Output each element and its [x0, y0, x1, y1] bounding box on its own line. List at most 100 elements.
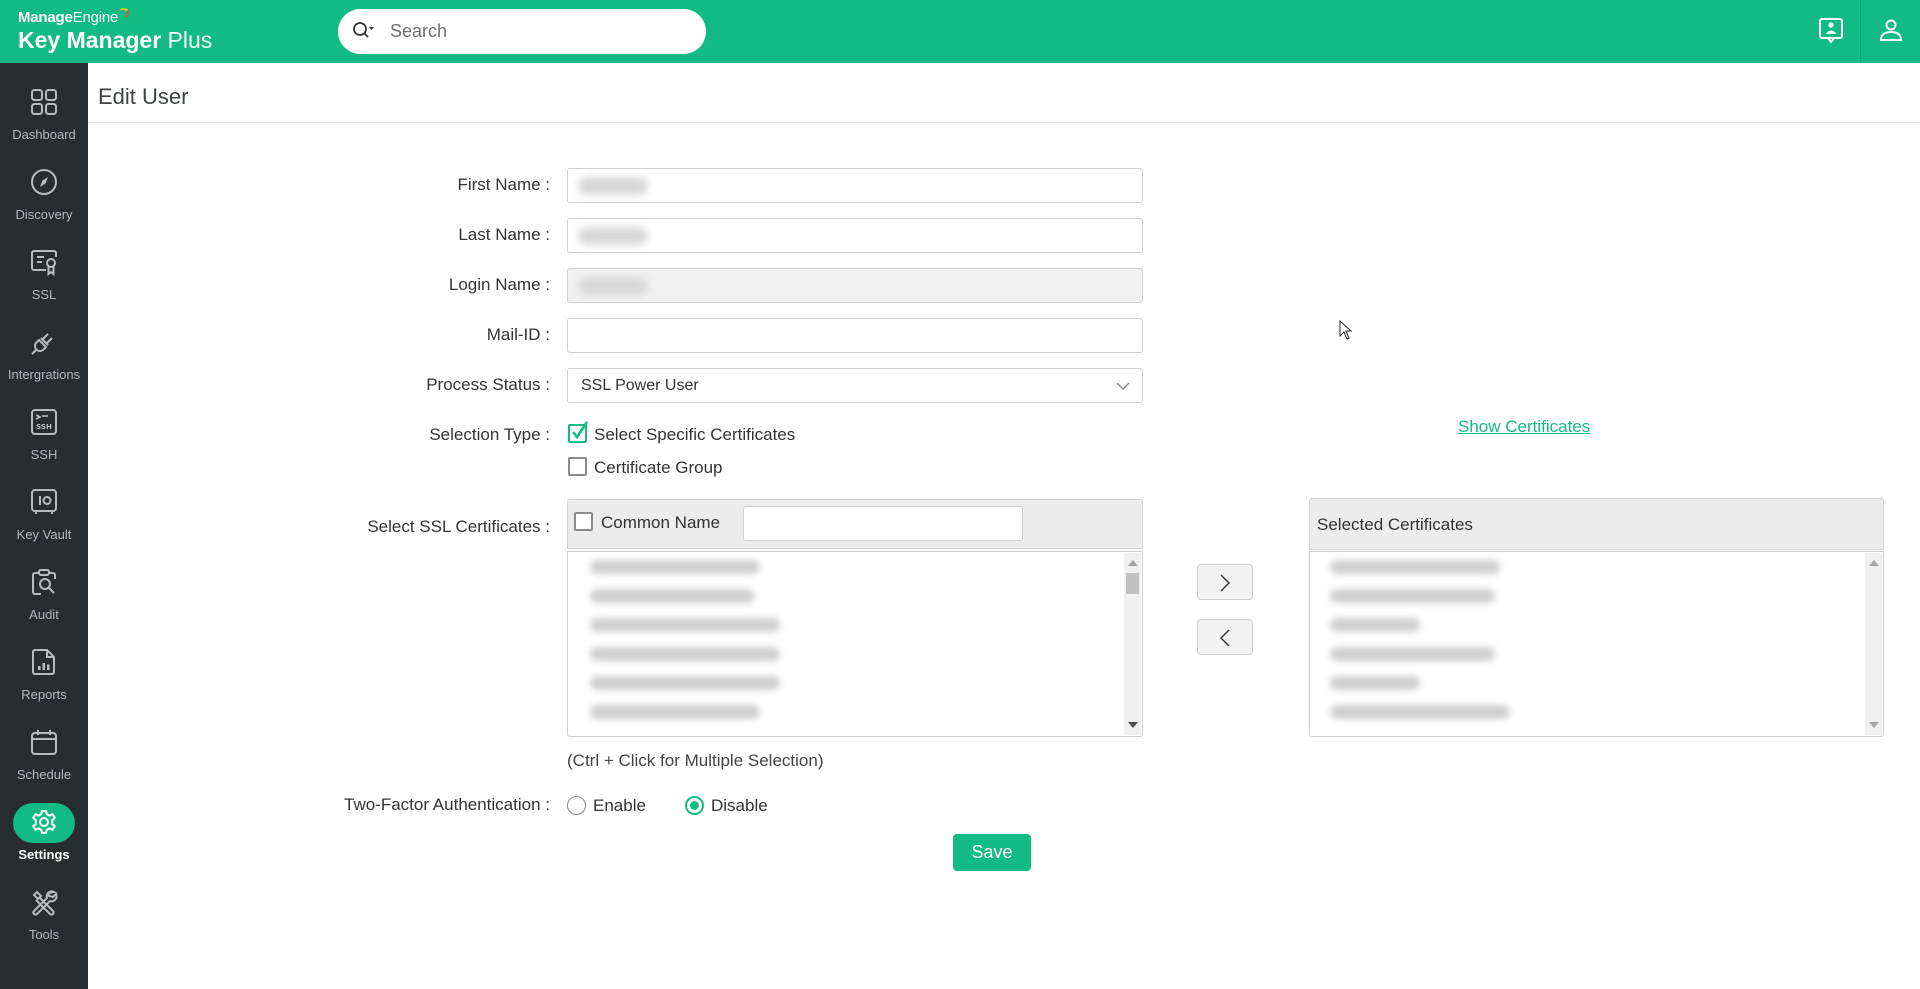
sidebar-item-label: Tools	[28, 927, 60, 942]
mail-id-input[interactable]	[568, 319, 1142, 352]
select-ssl-certificates-label: Select SSL Certificates :	[367, 517, 550, 536]
certificate-group-checkbox[interactable]	[568, 457, 587, 476]
list-item[interactable]	[1330, 589, 1495, 603]
chevron-right-icon	[1220, 574, 1230, 592]
sidebar-item-ssh[interactable]: SSH SSH	[0, 393, 88, 473]
certificate-group-label: Certificate Group	[594, 458, 723, 477]
sidebar-item-settings[interactable]: Settings	[0, 793, 88, 873]
list-item[interactable]	[1330, 560, 1500, 574]
scroll-up-icon[interactable]	[1869, 560, 1879, 566]
header-divider	[1860, 0, 1861, 63]
selected-list-scrollbar[interactable]	[1865, 553, 1882, 735]
report-chart-icon	[32, 649, 55, 675]
list-item[interactable]	[590, 560, 760, 574]
sidebar: Dashboard Discovery SSL Intergrations SS…	[0, 63, 88, 989]
ssh-terminal-icon: SSH	[31, 409, 57, 435]
process-status-label: Process Status :	[426, 375, 550, 394]
save-button[interactable]: Save	[953, 834, 1031, 871]
select-specific-certificates-checkbox[interactable]	[568, 421, 589, 443]
announcement-icon[interactable]	[1817, 17, 1845, 45]
sidebar-item-label: Schedule	[16, 767, 72, 782]
list-item[interactable]	[590, 647, 780, 661]
two-factor-enable-radio[interactable]	[567, 796, 586, 815]
login-name-field	[567, 268, 1143, 303]
app-logo[interactable]: ManageEngine Key Manager Plus	[18, 7, 212, 53]
redacted-value	[578, 177, 648, 195]
list-item[interactable]	[1330, 676, 1420, 690]
last-name-field[interactable]	[567, 218, 1143, 253]
mouse-cursor-icon	[1339, 320, 1353, 340]
brand-arc-icon	[118, 7, 130, 19]
search-box[interactable]	[338, 9, 706, 54]
list-item[interactable]	[1330, 647, 1495, 661]
multi-select-hint: (Ctrl + Click for Multiple Selection)	[567, 751, 824, 770]
show-certificates-link[interactable]: Show Certificates	[1458, 417, 1590, 437]
sidebar-item-key-vault[interactable]: Key Vault	[0, 473, 88, 553]
sidebar-item-audit[interactable]: Audit	[0, 553, 88, 633]
available-certificates-list[interactable]	[567, 551, 1143, 737]
mail-id-field[interactable]	[567, 318, 1143, 353]
sidebar-item-label: Key Vault	[16, 527, 72, 542]
checkmark-icon	[571, 421, 589, 440]
vault-icon	[31, 489, 57, 514]
two-factor-enable-label: Enable	[593, 796, 646, 815]
select-specific-certificates-label: Select Specific Certificates	[594, 425, 796, 444]
sidebar-item-label: Audit	[29, 607, 59, 622]
selected-certificates-header: Selected Certificates	[1309, 498, 1884, 550]
sidebar-item-discovery[interactable]: Discovery	[0, 153, 88, 233]
list-item[interactable]	[590, 676, 780, 690]
brand-bold: Manage	[18, 9, 73, 26]
common-name-filter-input[interactable]	[743, 506, 1023, 541]
product-suffix: Plus	[161, 27, 213, 53]
list-item[interactable]	[1330, 618, 1420, 632]
dashboard-grid-icon	[31, 89, 57, 115]
sidebar-item-dashboard[interactable]: Dashboard	[0, 73, 88, 153]
first-name-field[interactable]	[567, 168, 1143, 203]
tools-icon	[32, 890, 58, 916]
list-item[interactable]	[590, 705, 760, 719]
sidebar-item-schedule[interactable]: Schedule	[0, 713, 88, 793]
sidebar-item-ssl[interactable]: SSL	[0, 233, 88, 313]
sidebar-item-label: Settings	[18, 847, 70, 862]
scroll-up-icon[interactable]	[1128, 560, 1138, 566]
user-profile-icon[interactable]	[1877, 17, 1905, 45]
search-icon[interactable]	[352, 21, 374, 41]
search-input[interactable]	[390, 19, 690, 43]
chevron-down-icon	[1116, 382, 1130, 390]
svg-text:SSH: SSH	[36, 423, 52, 431]
sidebar-item-label: SSH	[30, 447, 58, 462]
selection-type-label: Selection Type :	[429, 425, 550, 444]
scroll-down-icon[interactable]	[1128, 722, 1138, 728]
selected-certificates-title: Selected Certificates	[1317, 515, 1473, 534]
plug-icon	[31, 333, 53, 355]
title-divider	[88, 122, 1920, 123]
redacted-value	[578, 227, 648, 245]
product-name: Key Manager Plus	[18, 27, 212, 53]
two-factor-disable-label: Disable	[711, 796, 768, 815]
two-factor-disable-radio[interactable]	[685, 796, 704, 815]
selected-certificates-list[interactable]	[1309, 551, 1884, 737]
scroll-thumb[interactable]	[1126, 573, 1139, 594]
common-name-select-all-checkbox[interactable]	[574, 512, 593, 531]
list-item[interactable]	[590, 589, 755, 603]
list-item[interactable]	[590, 618, 780, 632]
scroll-down-icon[interactable]	[1869, 722, 1879, 728]
chevron-left-icon	[1220, 629, 1230, 647]
sidebar-item-label: Discovery	[15, 207, 73, 222]
sidebar-item-tools[interactable]: Tools	[0, 873, 88, 953]
move-right-button[interactable]	[1197, 564, 1253, 600]
sidebar-item-reports[interactable]: Reports	[0, 633, 88, 713]
move-left-button[interactable]	[1197, 619, 1253, 655]
available-list-scrollbar[interactable]	[1124, 553, 1141, 735]
sidebar-item-label: SSL	[31, 287, 57, 302]
sidebar-item-label: Dashboard	[12, 127, 76, 142]
sidebar-item-integrations[interactable]: Intergrations	[0, 313, 88, 393]
list-item[interactable]	[1330, 705, 1510, 719]
sidebar-item-label: Reports	[21, 687, 67, 702]
certificate-icon	[31, 250, 57, 277]
compass-icon	[31, 169, 57, 195]
process-status-select[interactable]: SSL Power User	[567, 368, 1143, 403]
page-title: Edit User	[98, 84, 189, 109]
product-title: Key Manager	[18, 27, 162, 53]
login-name-label: Login Name :	[448, 275, 550, 294]
